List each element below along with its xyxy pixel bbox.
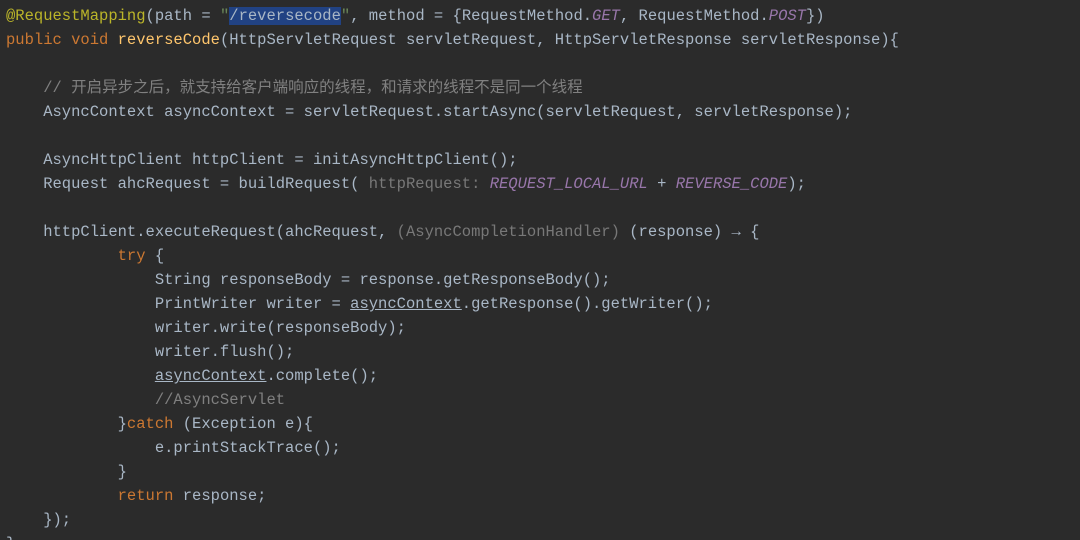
- text: );: [787, 175, 806, 193]
- code-line: }: [6, 463, 127, 481]
- code-line: writer.flush();: [6, 343, 294, 361]
- text: }): [806, 7, 825, 25]
- text: {: [146, 247, 165, 265]
- code-line: @RequestMapping(path = "/reversecode", m…: [6, 7, 825, 25]
- text: (Exception e){: [173, 415, 313, 433]
- code-line: asyncContext.complete();: [6, 367, 378, 385]
- text: , method = {RequestMethod.: [350, 7, 592, 25]
- string-quote: ": [220, 7, 229, 25]
- text: , RequestMethod.: [620, 7, 769, 25]
- text: httpClient.executeRequest(ahcRequest,: [6, 223, 397, 241]
- text: .getResponse().getWriter();: [462, 295, 713, 313]
- enum-constant: GET: [592, 7, 620, 25]
- variable-ref: asyncContext: [155, 367, 267, 385]
- text: .complete();: [266, 367, 378, 385]
- code-line: }: [6, 535, 15, 540]
- keyword: catch: [127, 415, 174, 433]
- keyword: public void: [6, 31, 118, 49]
- code-line: Request ahcRequest = buildRequest( httpR…: [6, 175, 806, 193]
- code-line: }catch (Exception e){: [6, 415, 313, 433]
- text: response;: [173, 487, 266, 505]
- constant: REVERSE_CODE: [676, 175, 788, 193]
- lambda: (response) → {: [629, 223, 759, 241]
- code-line: return response;: [6, 487, 266, 505]
- text: }: [6, 415, 127, 433]
- method-name: reverseCode: [118, 31, 220, 49]
- code-line: httpClient.executeRequest(ahcRequest, (A…: [6, 223, 759, 241]
- code-line: });: [6, 511, 71, 529]
- comment: // 开启异步之后，就支持给客户端响应的线程，和请求的线程不是同一个线程: [6, 79, 583, 97]
- code-line: AsyncContext asyncContext = servletReque…: [6, 103, 852, 121]
- param-hint: (AsyncCompletionHandler): [397, 223, 630, 241]
- code-line: e.printStackTrace();: [6, 439, 341, 457]
- text: [6, 367, 155, 385]
- keyword: return: [118, 487, 174, 505]
- string-selected: /reversecode: [229, 7, 341, 25]
- code-line: PrintWriter writer = asyncContext.getRes…: [6, 295, 713, 313]
- text: (HttpServletRequest servletRequest, Http…: [220, 31, 899, 49]
- enum-constant: POST: [769, 7, 806, 25]
- text: [6, 487, 118, 505]
- code-line: public void reverseCode(HttpServletReque…: [6, 31, 899, 49]
- code-line: writer.write(responseBody);: [6, 319, 406, 337]
- code-editor[interactable]: @RequestMapping(path = "/reversecode", m…: [0, 0, 1080, 540]
- code-line: String responseBody = response.getRespon…: [6, 271, 611, 289]
- text: (path =: [146, 7, 220, 25]
- text: PrintWriter writer =: [6, 295, 350, 313]
- code-line: AsyncHttpClient httpClient = initAsyncHt…: [6, 151, 518, 169]
- comment: //AsyncServlet: [6, 391, 285, 409]
- string-quote: ": [341, 7, 350, 25]
- text: +: [648, 175, 676, 193]
- keyword: try: [118, 247, 146, 265]
- annotation: @RequestMapping: [6, 7, 146, 25]
- text: Request ahcRequest = buildRequest(: [6, 175, 369, 193]
- variable-ref: asyncContext: [350, 295, 462, 313]
- code-line: try {: [6, 247, 164, 265]
- param-hint: httpRequest:: [369, 175, 490, 193]
- constant: REQUEST_LOCAL_URL: [490, 175, 648, 193]
- text: [6, 247, 118, 265]
